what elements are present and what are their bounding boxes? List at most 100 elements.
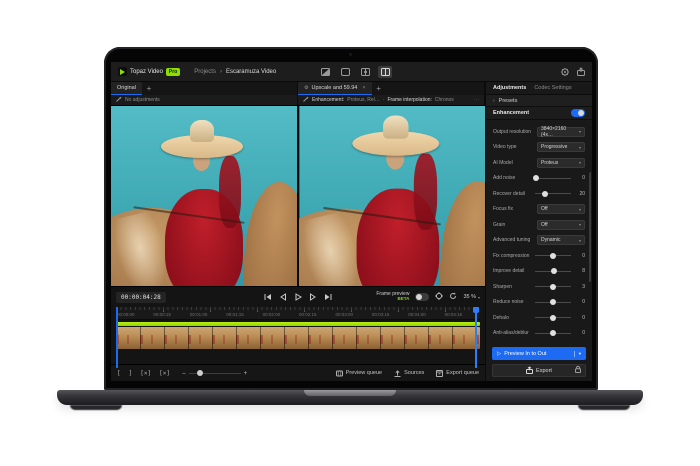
focus-fix-select[interactable]: Off▾ <box>537 204 585 214</box>
improve-detail-slider[interactable] <box>535 271 571 272</box>
field-ai-model: AI Model Proteus▾ <box>493 157 585 169</box>
pro-badge: Pro <box>166 68 180 76</box>
field-fix-compression: Fix compression 0 <box>493 250 585 262</box>
topbar-right-group <box>561 62 585 82</box>
tab-codec-settings[interactable]: Codec Settings <box>534 85 571 91</box>
settings-gear-icon[interactable] <box>561 68 569 76</box>
tab-upscale[interactable]: ⚙ Upscale and 59.94 × <box>298 82 372 95</box>
skip-to-start-button[interactable] <box>264 293 272 301</box>
enhancement-section-header: Enhancement <box>486 107 592 120</box>
center-playhead-icon[interactable] <box>435 292 443 302</box>
field-dehalo: Dehalo 0 <box>493 312 585 324</box>
tab-original[interactable]: Original <box>111 82 142 95</box>
in-point-marker[interactable] <box>116 307 118 368</box>
lock-icon <box>575 366 581 375</box>
sidebar-scrollbar[interactable] <box>589 172 591 282</box>
app-window: Topaz Video Pro Projects › Escaramuza Vi… <box>111 62 592 381</box>
add-noise-slider[interactable] <box>535 178 571 179</box>
playhead[interactable] <box>475 307 477 368</box>
skip-to-end-button[interactable] <box>324 293 332 301</box>
fix-compression-slider[interactable] <box>535 255 571 256</box>
timeline-zoom-knob[interactable] <box>197 370 203 376</box>
presets-label: Presets <box>499 98 518 104</box>
render-progress-bar <box>116 322 480 326</box>
fx-wand-icon <box>116 96 122 104</box>
split-diagonal-view-icon[interactable] <box>318 66 332 78</box>
reduce-noise-slider[interactable] <box>535 302 571 303</box>
set-out-point-button[interactable]: ] <box>129 370 133 377</box>
timeline-ruler[interactable]: 00:00:0000:00:15 00:01:0000:01:15 00:02:… <box>116 307 480 320</box>
frame-preview-toggle[interactable] <box>415 293 429 301</box>
breadcrumb-separator-icon: › <box>220 69 222 75</box>
recover-detail-slider[interactable] <box>535 193 571 194</box>
enhanced-video-pane[interactable] <box>297 106 485 286</box>
clear-in-point-button[interactable]: [×] <box>140 370 151 377</box>
field-add-noise: Add noise 0 <box>493 172 585 184</box>
field-sharpen: Sharpen 3 <box>493 281 585 293</box>
field-anti-alias-deblur: Anti-alias/deblur 0 <box>493 327 585 339</box>
laptop-lid-notch <box>304 390 396 396</box>
timeline-zoom-slider[interactable] <box>189 373 241 374</box>
upload-arrow-icon <box>394 370 401 377</box>
topbar: Topaz Video Pro Projects › Escaramuza Vi… <box>111 62 592 82</box>
share-export-icon[interactable] <box>577 68 585 76</box>
grain-select[interactable]: Off▾ <box>537 220 585 230</box>
presets-row[interactable]: › Presets <box>486 95 592 107</box>
topaz-logo-icon <box>118 67 127 76</box>
more-options-icon[interactable]: ⋯ <box>474 97 479 103</box>
field-video-type: Video type Progressive▾ <box>493 141 585 153</box>
side-by-side-view-icon[interactable] <box>378 66 392 78</box>
breadcrumb-projects[interactable]: Projects <box>194 69 216 75</box>
chevron-down-icon: ▾ <box>579 222 581 227</box>
zoom-in-button[interactable]: + <box>244 370 248 377</box>
export-queue-button[interactable]: Export queue <box>436 370 479 377</box>
beta-badge: BETA <box>376 297 409 302</box>
enhancement-label: Enhancement <box>493 110 529 116</box>
breadcrumb-current: Escaramuza Video <box>226 69 276 75</box>
export-button[interactable]: Export <box>492 364 586 377</box>
preview-options-chevron-icon[interactable]: ▾ <box>574 351 581 357</box>
fx-wand-icon <box>303 96 309 104</box>
sharpen-slider[interactable] <box>535 286 571 287</box>
play-button[interactable] <box>294 293 302 301</box>
comparison-slider-view-icon[interactable] <box>358 66 372 78</box>
add-tab-button-left[interactable]: + <box>142 82 156 95</box>
original-video-pane[interactable] <box>111 106 297 286</box>
loop-playback-icon[interactable] <box>449 292 457 302</box>
export-icon <box>526 367 533 374</box>
video-type-select[interactable]: Progressive▾ <box>537 142 585 152</box>
brand-name: Topaz Video <box>130 69 163 75</box>
output-resolution-select[interactable]: 3840×2160 (4x…▾ <box>537 127 585 137</box>
filmstrip-thumbnails[interactable] <box>116 327 480 349</box>
sources-button[interactable]: Sources <box>394 370 424 377</box>
preview-in-to-out-button[interactable]: ▷ Preview In to Out ▾ <box>492 347 586 360</box>
next-frame-button[interactable] <box>309 293 317 301</box>
enhancement-toggle[interactable] <box>571 109 585 117</box>
ruler-labels: 00:00:0000:00:15 00:01:0000:01:15 00:02:… <box>116 312 480 317</box>
ai-model-select[interactable]: Proteus▾ <box>537 158 585 168</box>
timecode-display: 00:00:04:28 <box>116 292 166 303</box>
left-pane-info: No adjustments <box>111 95 298 105</box>
play-icon: ▷ <box>497 351 501 357</box>
close-tab-icon[interactable]: × <box>362 85 365 91</box>
webcam-dot <box>349 53 352 56</box>
timeline: 00:00:04:28 <box>111 286 485 364</box>
zoom-out-button[interactable]: − <box>182 370 186 377</box>
clear-out-point-button[interactable]: [×] <box>159 370 170 377</box>
tab-adjustments[interactable]: Adjustments <box>493 85 526 91</box>
set-in-point-button[interactable]: [ <box>117 370 121 377</box>
add-tab-button-right[interactable]: + <box>372 82 386 95</box>
viewer-zoom-select[interactable]: 35 % ▾ <box>463 294 480 300</box>
enhancement-fields: Output resolution 3840×2160 (4x…▾ Video … <box>486 120 592 345</box>
anti-alias-deblur-slider[interactable] <box>535 333 571 334</box>
adjustments-sidebar: Adjustments Codec Settings › Presets Enh… <box>486 82 592 381</box>
enhancement-info-value: Proteus, Rel… <box>347 97 380 103</box>
dehalo-slider[interactable] <box>535 317 571 318</box>
previous-frame-button[interactable] <box>279 293 287 301</box>
single-view-icon[interactable] <box>338 66 352 78</box>
field-output-resolution: Output resolution 3840×2160 (4x…▾ <box>493 126 585 138</box>
preview-queue-button[interactable]: Preview queue <box>336 370 382 377</box>
frame-interpolation-info-value: Chronos <box>435 97 454 103</box>
advanced-tuning-select[interactable]: Dynamic▾ <box>537 235 585 245</box>
bottom-toolbar: [ ] [×] [×] − + Preview queue <box>111 364 485 381</box>
